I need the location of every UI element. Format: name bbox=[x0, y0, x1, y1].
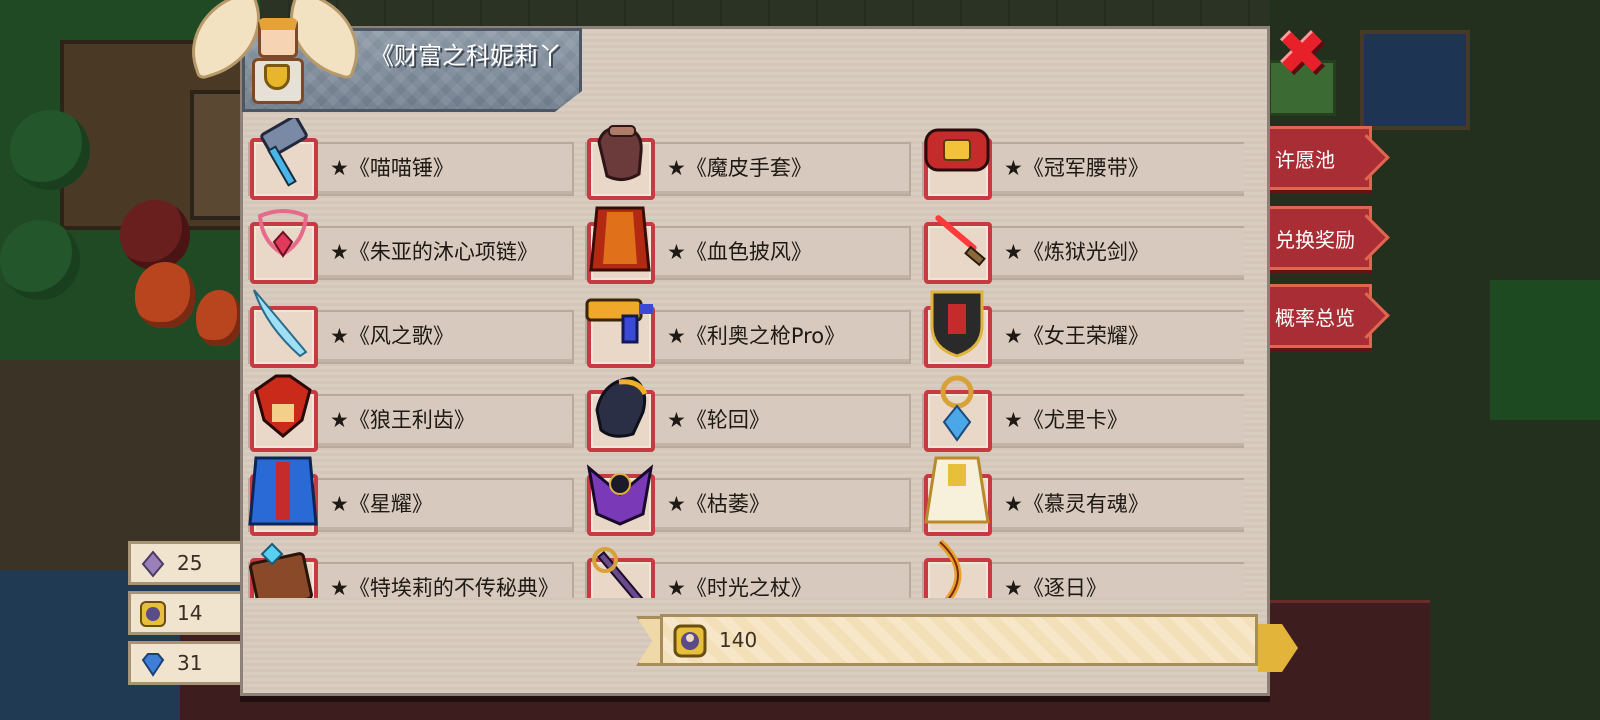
item-label: ★《尤里卡》 bbox=[1004, 408, 1128, 432]
item-card[interactable]: ★《星耀》 bbox=[244, 454, 574, 538]
item-label: ★《女王荣耀》 bbox=[1004, 324, 1149, 348]
book-icon bbox=[249, 542, 313, 598]
crystal-icon bbox=[141, 550, 165, 578]
currency-gem: 31 bbox=[128, 641, 248, 685]
bow-icon bbox=[937, 539, 962, 598]
cost-value: 140 bbox=[719, 628, 758, 652]
coin-icon bbox=[673, 624, 707, 658]
item-label: ★《炼狱光剑》 bbox=[1004, 240, 1149, 264]
gem-icon bbox=[141, 653, 165, 677]
item-row: ★《朱亚的沐心项链》 ★《血色披风》 ★《炼狱光剑》 bbox=[244, 202, 1244, 286]
item-label: ★《狼王利齿》 bbox=[330, 408, 475, 432]
item-label: ★《冠军腰带》 bbox=[1004, 156, 1149, 180]
item-card[interactable]: ★《魔皮手套》 bbox=[581, 118, 911, 202]
belt-icon bbox=[924, 128, 990, 172]
item-card[interactable]: ★《轮回》 bbox=[581, 370, 911, 454]
currency-coin: 14 bbox=[128, 591, 248, 635]
item-label: ★《朱亚的沐心项链》 bbox=[330, 240, 538, 264]
item-card[interactable]: ★《冠军腰带》 bbox=[918, 118, 1244, 202]
item-label: ★《时光之杖》 bbox=[667, 576, 812, 598]
item-row: ★《狼王利齿》 ★《轮回》 ★《尤里卡》 bbox=[244, 370, 1244, 454]
item-card[interactable]: ★《炼狱光剑》 bbox=[918, 202, 1244, 286]
item-card[interactable]: ★《尤里卡》 bbox=[918, 370, 1244, 454]
item-label: ★《特埃莉的不传秘典》 bbox=[330, 576, 559, 598]
gun-icon bbox=[585, 298, 653, 344]
item-row: ★《喵喵锤》 ★《魔皮手套》 ★《冠军腰带》 bbox=[244, 118, 1244, 202]
lightsaber-icon bbox=[935, 215, 986, 267]
item-card[interactable]: ★《风之歌》 bbox=[244, 286, 574, 370]
side-button-redeem[interactable]: 兑换奖励 bbox=[1262, 206, 1372, 270]
currency-value: 14 bbox=[177, 601, 203, 625]
side-button-label: 许愿池 bbox=[1275, 147, 1335, 172]
currency-value: 31 bbox=[177, 651, 203, 675]
side-button-wishing-pool[interactable]: 许愿池 bbox=[1262, 126, 1372, 190]
item-label: ★《血色披风》 bbox=[667, 240, 812, 264]
panel-title: 《财富之科妮莉丫 bbox=[370, 42, 562, 70]
dark-wings-icon bbox=[586, 464, 654, 526]
item-card[interactable]: ★《喵喵锤》 bbox=[244, 118, 574, 202]
item-card[interactable]: ★《特埃莉的不传秘典》 bbox=[244, 538, 574, 598]
item-label: ★《枯萎》 bbox=[667, 492, 770, 516]
item-card[interactable]: ★《女王荣耀》 bbox=[918, 286, 1244, 370]
item-card[interactable]: ★《逐日》 bbox=[918, 538, 1244, 598]
item-label: ★《魔皮手套》 bbox=[667, 156, 812, 180]
item-card[interactable]: ★《枯萎》 bbox=[581, 454, 911, 538]
blade-icon bbox=[253, 289, 308, 358]
item-card[interactable]: ★《朱亚的沐心项链》 bbox=[244, 202, 574, 286]
glove-icon bbox=[597, 125, 643, 181]
close-icon: ✖ bbox=[1276, 19, 1328, 89]
item-card[interactable]: ★《时光之杖》 bbox=[581, 538, 911, 598]
necklace-icon bbox=[257, 209, 309, 258]
item-row: ★《星耀》 ★《枯萎》 ★《慕灵有魂》 bbox=[244, 454, 1244, 538]
currency-crystal: 25 bbox=[128, 541, 248, 585]
item-label: ★《喵喵锤》 bbox=[330, 156, 454, 180]
side-button-label: 概率总览 bbox=[1275, 305, 1355, 330]
item-label: ★《星耀》 bbox=[330, 492, 433, 516]
hammer-icon bbox=[260, 118, 308, 187]
shield-icon bbox=[930, 290, 984, 358]
currency-value: 25 bbox=[177, 551, 203, 575]
item-label: ★《逐日》 bbox=[1004, 576, 1107, 598]
item-list[interactable]: ★《喵喵锤》 ★《魔皮手套》 ★《冠军腰带》 ★《朱亚的沐心项链》 ★《血色披风… bbox=[244, 118, 1244, 598]
amulet-icon bbox=[940, 375, 974, 442]
coin-icon bbox=[140, 601, 166, 627]
cape-icon bbox=[589, 206, 651, 272]
blue-cape-icon bbox=[248, 456, 318, 526]
item-card[interactable]: ★《利奥之枪Pro》 bbox=[581, 286, 911, 370]
item-row: ★《风之歌》 ★《利奥之枪Pro》 ★《女王荣耀》 bbox=[244, 286, 1244, 370]
cost-bar: 140 bbox=[660, 614, 1258, 666]
item-label: ★《轮回》 bbox=[667, 408, 770, 432]
close-button[interactable]: ✖ bbox=[1272, 24, 1332, 84]
side-button-probability[interactable]: 概率总览 bbox=[1262, 284, 1372, 348]
item-label: ★《利奥之枪Pro》 bbox=[667, 324, 846, 348]
wolf-fang-icon bbox=[254, 374, 312, 438]
item-label: ★《风之歌》 bbox=[330, 324, 454, 348]
angel-avatar bbox=[177, 0, 373, 110]
item-row: ★《特埃莉的不传秘典》 ★《时光之杖》 ★《逐日》 bbox=[244, 538, 1244, 598]
item-label: ★《慕灵有魂》 bbox=[1004, 492, 1149, 516]
item-card[interactable]: ★《血色披风》 bbox=[581, 202, 911, 286]
claw-icon bbox=[595, 376, 648, 438]
robe-icon bbox=[924, 456, 990, 524]
staff-icon bbox=[592, 547, 646, 598]
side-button-label: 兑换奖励 bbox=[1275, 227, 1355, 252]
item-card[interactable]: ★《狼王利齿》 bbox=[244, 370, 574, 454]
item-card[interactable]: ★《慕灵有魂》 bbox=[918, 454, 1244, 538]
